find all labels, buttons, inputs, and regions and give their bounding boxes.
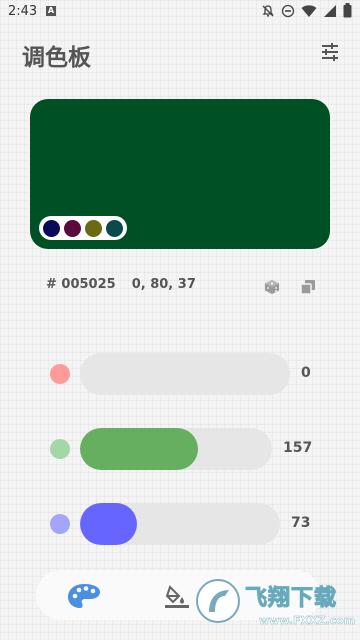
color-preview xyxy=(30,99,330,249)
swatch-4[interactable] xyxy=(106,219,123,237)
swatch-2[interactable] xyxy=(64,219,81,237)
status-time: 2:43 xyxy=(8,4,38,19)
dice-icon xyxy=(265,280,279,294)
bell-off-icon xyxy=(261,3,275,22)
status-bar: 2:43 A xyxy=(0,0,360,24)
dnd-icon xyxy=(281,3,295,22)
green-slider-fill xyxy=(80,428,199,470)
rgb-value: 0, 80, 37 xyxy=(131,277,196,292)
palette-icon xyxy=(68,584,100,608)
a-notification-icon: A xyxy=(46,6,56,16)
watermark-logo xyxy=(196,579,240,623)
green-slider-row: 157 xyxy=(0,428,360,470)
red-slider[interactable] xyxy=(80,353,290,395)
paint-bucket-icon xyxy=(165,585,189,608)
blue-indicator-dot xyxy=(50,514,70,534)
watermark-url: www.FXXZ.com xyxy=(259,614,356,628)
nav-fill-tab[interactable] xyxy=(164,583,190,609)
blue-value: 73 xyxy=(291,515,311,531)
color-info: # 005025 0, 80, 37 xyxy=(46,277,196,292)
red-indicator-dot xyxy=(50,364,70,384)
site-watermark: 飞翔下载 www.FXXZ.com xyxy=(195,578,355,638)
wifi-icon xyxy=(301,3,317,22)
signal-icon xyxy=(323,3,337,22)
nav-palette-tab[interactable] xyxy=(66,582,102,610)
watermark-text: 飞翔下载 xyxy=(244,586,338,612)
red-slider-row: 0 xyxy=(0,353,360,395)
sliders-icon xyxy=(322,43,338,61)
hex-value: # 005025 xyxy=(46,277,116,292)
copy-icon xyxy=(300,280,315,295)
settings-button[interactable] xyxy=(318,40,342,64)
green-value: 157 xyxy=(283,440,313,456)
recent-swatches xyxy=(39,216,127,240)
battery-icon xyxy=(343,2,352,22)
swatch-1[interactable] xyxy=(43,219,60,237)
copy-button[interactable] xyxy=(300,279,316,295)
random-color-button[interactable] xyxy=(264,279,280,295)
swatch-3[interactable] xyxy=(85,219,102,237)
blue-slider-fill xyxy=(80,503,138,545)
green-slider[interactable] xyxy=(80,428,272,470)
blue-slider-row: 73 xyxy=(0,503,360,545)
blue-slider[interactable] xyxy=(80,503,280,545)
green-indicator-dot xyxy=(50,439,70,459)
red-value: 0 xyxy=(301,365,311,381)
status-icons xyxy=(261,2,352,22)
page-title: 调色板 xyxy=(22,45,91,71)
